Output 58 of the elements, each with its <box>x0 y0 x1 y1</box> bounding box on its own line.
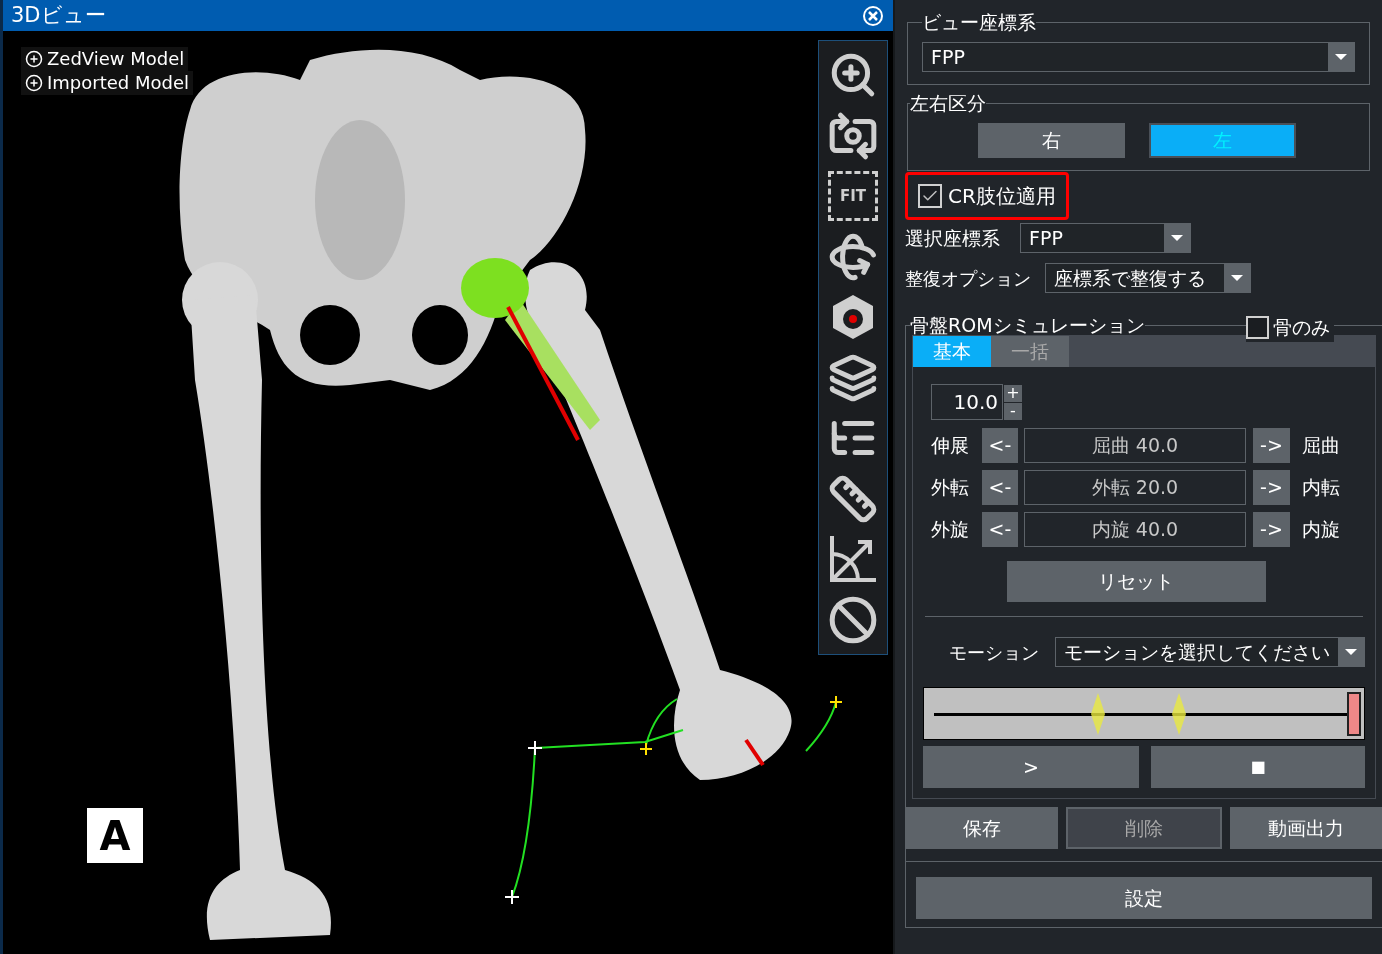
window-title: 3Dビュー <box>11 1 106 29</box>
dropdown[interactable]: 座標系で整復する <box>1045 263 1251 293</box>
stop-button[interactable]: ■ <box>1151 746 1365 788</box>
field-label: 整復オプション <box>905 266 1032 291</box>
fit-view-icon[interactable]: FIT <box>828 171 878 222</box>
angle-reading: 外転 20.0 <box>1024 470 1246 505</box>
settings-button[interactable]: 設定 <box>916 877 1372 919</box>
reset-button[interactable]: リセット <box>1006 561 1266 602</box>
direction-label: 内転 <box>1302 475 1340 501</box>
close-icon[interactable] <box>861 3 885 28</box>
dropdown[interactable]: FPP <box>1020 223 1191 253</box>
increment-button[interactable]: + <box>1004 384 1022 402</box>
orientation-label: A <box>87 808 143 863</box>
action-button[interactable]: 動画出力 <box>1230 807 1382 849</box>
decrease-button[interactable]: <- <box>982 428 1018 463</box>
decrease-button[interactable]: <- <box>982 470 1018 505</box>
dropdown[interactable]: FPP <box>922 42 1355 72</box>
keyframe-marker[interactable] <box>1090 692 1106 736</box>
increase-button[interactable]: -> <box>1253 428 1290 463</box>
expand-icon[interactable] <box>25 74 43 92</box>
checkbox[interactable] <box>918 184 942 208</box>
ban-icon[interactable] <box>828 594 878 645</box>
tree-item[interactable]: Imported Model <box>21 71 193 95</box>
dropdown[interactable]: モーションを選択してください <box>1055 637 1365 667</box>
direction-label: 外転 <box>931 475 970 501</box>
axis-line <box>744 738 765 767</box>
direction-label: 外旋 <box>931 517 970 543</box>
group-title: 左右区分 <box>910 93 986 113</box>
increase-button[interactable]: -> <box>1253 512 1290 547</box>
checkbox-row[interactable]: CR肢位適用 <box>905 172 1069 220</box>
increase-button[interactable]: -> <box>1253 470 1290 505</box>
field-label: 選択座標系 <box>905 225 1001 251</box>
keyframe-marker[interactable] <box>1171 692 1187 736</box>
group-title: 骨盤ROMシミュレーション <box>910 315 1145 335</box>
timeline-track[interactable] <box>923 687 1365 740</box>
angle-reading: 内旋 40.0 <box>1024 512 1246 547</box>
layers-icon[interactable] <box>828 352 878 403</box>
play-button[interactable]: > <box>923 746 1139 788</box>
tree-item[interactable]: ZedView Model <box>21 47 189 71</box>
ruler-icon[interactable] <box>828 473 878 524</box>
decrease-button[interactable]: <- <box>982 512 1018 547</box>
angle-reading: 屈曲 40.0 <box>1024 428 1246 463</box>
group-title: ビュー座標系 <box>922 12 1036 32</box>
checkbox[interactable] <box>1246 315 1269 339</box>
playhead[interactable] <box>1347 692 1361 736</box>
angle-icon[interactable] <box>828 534 878 585</box>
camera-rotate-icon[interactable] <box>828 110 878 161</box>
direction-label: 伸展 <box>931 433 970 459</box>
direction-label: 屈曲 <box>1302 433 1340 459</box>
step-input[interactable]: 10.0 <box>931 384 1003 420</box>
side-toggle-button[interactable]: 右 <box>978 123 1125 158</box>
action-button[interactable]: 保存 <box>906 807 1058 849</box>
field-label: モーション <box>949 640 1040 665</box>
decrement-button[interactable]: - <box>1004 402 1022 420</box>
direction-label: 内旋 <box>1302 517 1340 543</box>
expand-icon[interactable] <box>25 50 43 68</box>
viewport[interactable]: ZedView Model Imported Model FIT A <box>3 31 893 954</box>
checkbox-row[interactable]: 骨のみ <box>1246 313 1334 342</box>
